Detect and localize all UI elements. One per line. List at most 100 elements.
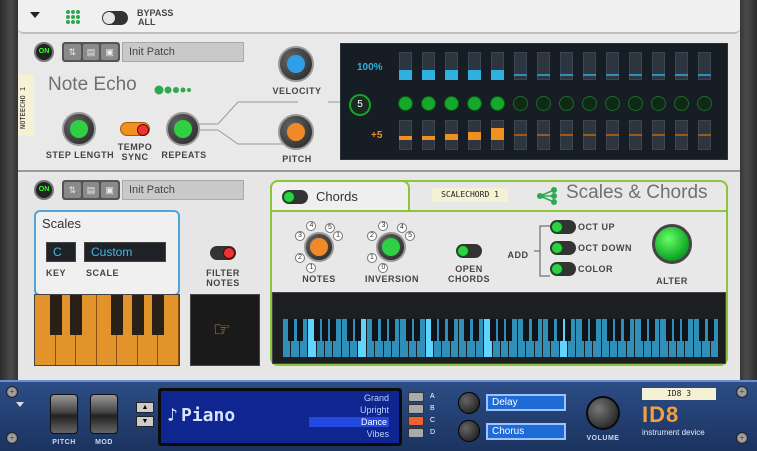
chord-black-key[interactable]	[321, 319, 328, 341]
alter-button[interactable]	[652, 224, 692, 264]
pitch-step-bar[interactable]	[468, 132, 481, 140]
repeat-step-led[interactable]	[444, 96, 459, 111]
folder-icon[interactable]: ▤	[82, 44, 100, 60]
repeat-step-led[interactable]	[582, 96, 597, 111]
chord-black-key[interactable]	[707, 319, 714, 341]
fx1-knob[interactable]	[458, 392, 480, 414]
repeat-step-led[interactable]	[697, 96, 712, 111]
mod-wheel[interactable]	[90, 394, 118, 434]
fold-arrow-icon[interactable]	[16, 402, 24, 407]
chord-black-key[interactable]	[430, 319, 437, 341]
scales-chords-patch-name[interactable]: Init Patch	[122, 180, 244, 200]
repeat-step-led[interactable]	[651, 96, 666, 111]
bypass-all-toggle[interactable]	[102, 11, 128, 25]
repeat-step-led[interactable]	[605, 96, 620, 111]
oct-down-toggle[interactable]	[550, 241, 576, 255]
chord-black-key[interactable]	[682, 319, 689, 341]
pitch-step-bar[interactable]	[675, 134, 688, 136]
chord-black-key[interactable]	[615, 319, 622, 341]
velocity-step-bar[interactable]	[468, 70, 481, 80]
chords-toggle[interactable]	[282, 190, 308, 204]
velocity-step-bar[interactable]	[399, 70, 412, 80]
chord-black-key[interactable]	[389, 319, 395, 341]
velocity-step-bar[interactable]	[606, 74, 619, 76]
grid-dots-icon[interactable]	[65, 9, 81, 25]
notes-knob[interactable]	[304, 232, 334, 262]
pitch-step-bar[interactable]	[606, 134, 619, 136]
pitch-step-bar[interactable]	[698, 134, 711, 136]
step-length-knob[interactable]	[62, 112, 96, 146]
lcd-patch-list-item[interactable]: Grand	[309, 393, 389, 403]
slot-button-b[interactable]	[408, 404, 424, 414]
chord-black-key[interactable]	[464, 319, 471, 341]
chord-black-key[interactable]	[472, 319, 479, 341]
chord-black-key[interactable]	[330, 319, 337, 341]
scale-black-key[interactable]	[131, 295, 144, 335]
filter-notes-toggle[interactable]	[210, 246, 236, 260]
velocity-step-bar[interactable]	[422, 70, 435, 80]
chord-black-key[interactable]	[623, 319, 630, 341]
velocity-step-bar[interactable]	[445, 70, 458, 80]
lcd-patch-list-item[interactable]: Upright	[309, 405, 389, 415]
slot-button-d[interactable]	[408, 428, 424, 438]
pitch-step-bar[interactable]	[422, 136, 435, 140]
chord-black-key[interactable]	[489, 319, 496, 341]
pitch-step-bar[interactable]	[652, 134, 665, 136]
velocity-step-bar[interactable]	[560, 74, 573, 76]
color-toggle[interactable]	[550, 262, 576, 276]
slot-button-c[interactable]	[408, 416, 424, 426]
pitch-step-bar[interactable]	[491, 128, 504, 140]
scales-keyboard[interactable]	[34, 294, 180, 366]
velocity-step-bar[interactable]	[675, 74, 688, 76]
pitch-knob[interactable]	[278, 114, 314, 150]
pitch-step-bar[interactable]	[583, 134, 596, 136]
chord-black-key[interactable]	[590, 319, 597, 341]
chord-black-key[interactable]	[355, 319, 362, 341]
repeats-knob[interactable]	[166, 112, 200, 146]
repeat-step-led[interactable]	[513, 96, 528, 111]
scale-black-key[interactable]	[152, 295, 165, 335]
chord-black-key[interactable]	[640, 319, 647, 341]
patch-browse-icon[interactable]: ⇅	[64, 44, 81, 60]
pitch-step-bar[interactable]	[514, 134, 527, 136]
chord-black-key[interactable]	[372, 319, 379, 341]
chord-black-key[interactable]	[523, 319, 530, 341]
repeat-step-led[interactable]	[674, 96, 689, 111]
collapse-arrow-icon[interactable]	[30, 12, 40, 18]
patch-up-button[interactable]: ▲	[136, 402, 154, 413]
inversion-knob[interactable]	[376, 232, 406, 262]
repeat-step-led[interactable]	[628, 96, 643, 111]
scale-black-key[interactable]	[70, 295, 83, 335]
chord-black-key[interactable]	[565, 319, 572, 341]
scale-black-key[interactable]	[111, 295, 124, 335]
velocity-step-bar[interactable]	[629, 74, 642, 76]
chord-black-key[interactable]	[648, 319, 655, 341]
key-select[interactable]: C	[46, 242, 76, 262]
chord-black-key[interactable]	[405, 319, 412, 341]
open-chords-toggle[interactable]	[456, 244, 482, 258]
pitch-step-bar[interactable]	[537, 134, 550, 136]
chord-black-key[interactable]	[296, 319, 303, 341]
chord-black-key[interactable]	[699, 319, 706, 341]
volume-knob[interactable]	[586, 396, 620, 430]
fx1-select[interactable]: Delay	[486, 394, 566, 411]
repeat-step-led[interactable]	[398, 96, 413, 111]
repeat-step-led[interactable]	[559, 96, 574, 111]
pitch-step-bar[interactable]	[629, 134, 642, 136]
scale-black-key[interactable]	[49, 295, 62, 335]
scales-chords-on-button[interactable]: ON	[34, 180, 54, 200]
chord-black-key[interactable]	[288, 319, 295, 341]
velocity-step-bar[interactable]	[583, 74, 596, 76]
lcd-patch-list-item[interactable]: Dance	[309, 417, 389, 427]
pitch-step-bar[interactable]	[399, 136, 412, 140]
chord-black-key[interactable]	[531, 319, 538, 341]
chord-black-key[interactable]	[313, 319, 320, 341]
velocity-step-bar[interactable]	[491, 70, 504, 80]
save-icon[interactable]: ▣	[101, 182, 119, 198]
chord-black-key[interactable]	[548, 319, 555, 341]
slot-button-a[interactable]	[408, 392, 424, 402]
repeat-step-led[interactable]	[421, 96, 436, 111]
patch-down-button[interactable]: ▼	[136, 416, 154, 427]
repeat-step-led[interactable]	[536, 96, 551, 111]
chord-black-key[interactable]	[498, 319, 504, 341]
